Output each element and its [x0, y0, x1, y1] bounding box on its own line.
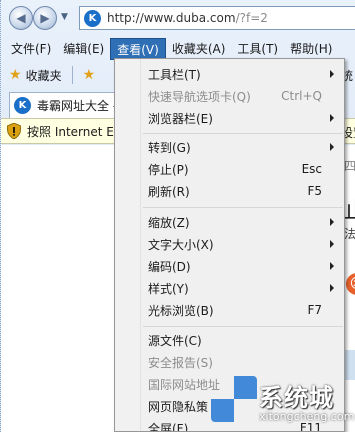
- submenu-arrow-icon: [330, 240, 334, 248]
- menu-item-refresh[interactable]: 刷新(R) F5: [115, 180, 344, 202]
- tab-label: 毒霸网址大全 -: [37, 99, 118, 113]
- watermark-subtitle: xitongcheng.com: [259, 410, 355, 423]
- menu-item-caret-browsing[interactable]: 光标浏览(B) F7: [115, 299, 344, 321]
- menu-separator: [143, 133, 343, 134]
- address-bar[interactable]: K http://www.duba.com/?f=2: [79, 6, 355, 30]
- menu-favorites[interactable]: 收藏夹(A): [166, 38, 232, 60]
- add-favorite-icon[interactable]: ★: [83, 67, 96, 83]
- favorites-divider: [71, 66, 73, 84]
- menu-item-zoom[interactable]: 缩放(Z): [115, 211, 344, 233]
- submenu-arrow-icon: [330, 114, 334, 122]
- menu-item-go-to[interactable]: 转到(G): [115, 136, 344, 158]
- submenu-arrow-icon: [330, 218, 334, 226]
- submenu-arrow-icon: [330, 284, 334, 292]
- menu-bar: 文件(F) 编辑(E) 查看(V) 收藏夹(A) 工具(T) 帮助(H): [1, 38, 355, 60]
- menu-item-style[interactable]: 样式(Y): [115, 277, 344, 299]
- site-favicon-icon: K: [84, 9, 101, 27]
- menu-tools[interactable]: 工具(T): [231, 38, 284, 60]
- arrow-right-icon: ▶: [40, 11, 50, 25]
- menu-item-toolbars[interactable]: 工具栏(T): [115, 63, 344, 85]
- menu-item-stop[interactable]: 停止(P) Esc: [115, 158, 344, 180]
- back-button[interactable]: ◀: [9, 6, 33, 30]
- forward-button[interactable]: ▶: [33, 6, 57, 30]
- menu-item-security-report: 安全报告(S): [148, 355, 213, 370]
- favorites-star-icon[interactable]: ★: [9, 67, 22, 83]
- menu-file[interactable]: 文件(F): [5, 38, 57, 60]
- page-text-fragment-2: 止: [344, 193, 355, 225]
- watermark-title: 系统城: [259, 384, 334, 412]
- menu-view[interactable]: 查看(V): [110, 38, 166, 60]
- submenu-arrow-icon: [330, 262, 334, 270]
- tab-favicon-icon: K: [14, 97, 31, 114]
- menu-help[interactable]: 帮助(H): [284, 38, 338, 60]
- watermark: 系统城 xitongcheng.com: [211, 376, 355, 432]
- information-bar-text: 按照 Internet Ex: [27, 124, 121, 139]
- menu-item-quick-tabs: 快速导航选项卡(Q) Ctrl+Q: [148, 89, 322, 104]
- watermark-logo-icon: [211, 376, 257, 422]
- menu-item-encoding[interactable]: 编码(D): [115, 255, 344, 277]
- submenu-arrow-icon: [330, 70, 334, 78]
- menu-separator: [143, 207, 343, 208]
- address-url: http://www.duba.com/?f=2: [107, 11, 268, 25]
- submenu-arrow-icon: [330, 143, 334, 151]
- browser-window: ◀ ▶ ▼ K http://www.duba.com/?f=2 文件(F) 编…: [0, 0, 355, 432]
- navigation-bar: ◀ ▶ ▼ K http://www.duba.com/?f=2: [1, 0, 355, 36]
- menu-item-text-size[interactable]: 文字大小(X): [115, 233, 344, 255]
- page-text-fragment-1: 四: [344, 159, 355, 173]
- page-circle-icon: ☺: [346, 273, 355, 295]
- shield-warning-icon: [7, 123, 21, 139]
- tab-duba[interactable]: K 毒霸网址大全 -: [9, 92, 121, 118]
- menu-item-source[interactable]: 源文件(C): [115, 329, 344, 351]
- menu-separator: [143, 326, 343, 327]
- menu-item-explorer-bars[interactable]: 浏览器栏(E): [115, 107, 344, 129]
- page-text-fragment-3: 法: [344, 227, 355, 241]
- arrow-left-icon: ◀: [16, 11, 26, 25]
- menu-edit[interactable]: 编辑(E): [57, 38, 110, 60]
- favorites-button[interactable]: 收藏夹: [26, 67, 62, 84]
- recent-pages-dropdown[interactable]: ▼: [61, 12, 68, 22]
